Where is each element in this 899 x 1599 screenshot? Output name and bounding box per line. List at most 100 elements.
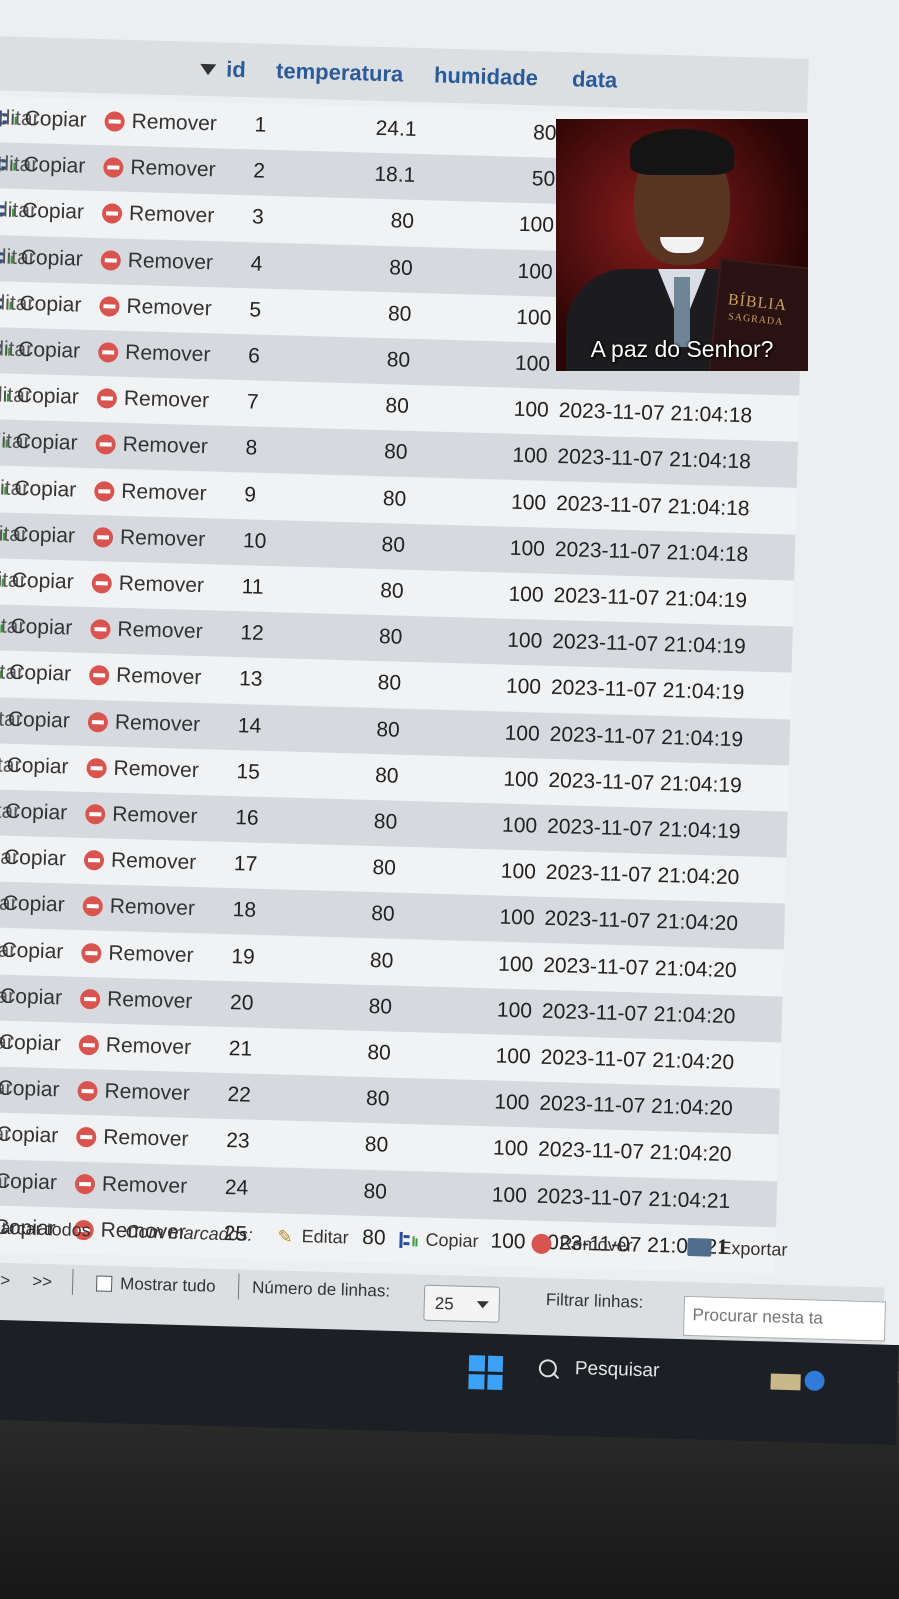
cell-id: 12	[240, 621, 265, 646]
cell-id: 22	[227, 1083, 252, 1107]
copy-row-button[interactable]: Copiar	[8, 707, 71, 733]
remove-icon[interactable]	[74, 1173, 96, 1194]
remove-row-button[interactable]: Remover	[116, 664, 202, 690]
col-header-humidade[interactable]: humidade	[434, 62, 539, 91]
remove-row-button[interactable]: Remover	[130, 156, 216, 182]
remove-row-button[interactable]: Remover	[103, 1126, 189, 1152]
filter-rows-field[interactable]	[682, 1295, 887, 1342]
rows-count-value: 25	[434, 1293, 454, 1314]
remove-row-button[interactable]: Remover	[122, 433, 208, 459]
bulk-edit-button[interactable]: Editar	[301, 1226, 349, 1248]
copy-row-button[interactable]: Copiar	[11, 569, 74, 595]
cell-humidade: 100	[515, 305, 552, 330]
show-all-label[interactable]: Mostrar tudo	[120, 1274, 216, 1297]
show-all-checkbox[interactable]	[95, 1275, 113, 1292]
remove-icon[interactable]	[104, 111, 125, 132]
search-icon[interactable]	[538, 1359, 558, 1378]
remove-row-button[interactable]: Remover	[118, 572, 204, 598]
remove-row-button[interactable]: Remover	[112, 803, 198, 829]
col-header-data[interactable]: data	[572, 66, 618, 93]
remove-icon[interactable]	[76, 1127, 97, 1148]
remove-row-button[interactable]: Remover	[131, 110, 217, 136]
copy-row-button[interactable]: Copiar	[15, 430, 78, 456]
remove-row-button[interactable]: Remover	[102, 1172, 188, 1198]
col-header-id[interactable]: id	[226, 57, 246, 84]
remove-icon[interactable]	[91, 573, 113, 594]
remove-row-button[interactable]: Remover	[115, 710, 201, 736]
remove-icon[interactable]	[96, 388, 118, 409]
remove-icon[interactable]	[77, 1081, 98, 1102]
remove-row-button[interactable]: Remover	[106, 1034, 192, 1060]
remove-icon[interactable]	[101, 203, 123, 225]
copy-row-button[interactable]: Copiar	[20, 246, 83, 272]
remove-icon[interactable]	[103, 157, 124, 178]
copy-row-button[interactable]: Copiar	[0, 1169, 57, 1195]
copy-row-button[interactable]: Copiar	[17, 384, 79, 410]
copy-row-button[interactable]: Copiar	[0, 1077, 60, 1103]
remove-row-button[interactable]: Remover	[108, 941, 194, 967]
remove-icon[interactable]	[81, 942, 102, 964]
copy-row-button[interactable]: Copiar	[23, 153, 85, 179]
remove-row-button[interactable]: Remover	[120, 526, 206, 552]
cell-temperatura: 80	[374, 763, 399, 788]
bulk-remove-button[interactable]: Remover	[559, 1233, 633, 1256]
remove-row-button[interactable]: Remover	[121, 479, 207, 505]
copy-row-button[interactable]: Copiar	[2, 892, 64, 918]
taskbar-search-label[interactable]: Pesquisar	[575, 1358, 660, 1382]
copy-row-button[interactable]: Copiar	[6, 754, 69, 780]
copy-row-button[interactable]: Copiar	[0, 984, 62, 1010]
remove-row-button[interactable]: Remover	[107, 987, 193, 1013]
remove-icon[interactable]	[78, 1034, 100, 1056]
remove-row-button[interactable]: Remover	[104, 1080, 190, 1106]
remove-icon[interactable]	[95, 434, 116, 456]
mark-all-label[interactable]: Marcar todos	[0, 1217, 91, 1241]
bulk-copy-button[interactable]: Copiar	[425, 1230, 479, 1252]
copy-row-button[interactable]: Copiar	[24, 107, 87, 133]
copy-row-button[interactable]: Copiar	[9, 661, 71, 687]
remove-icon[interactable]	[79, 988, 101, 1010]
cell-id: 19	[231, 944, 256, 969]
remove-icon[interactable]	[99, 295, 120, 317]
remove-icon[interactable]	[90, 619, 111, 640]
cell-temperatura: 80	[390, 209, 415, 234]
remove-row-button[interactable]: Remover	[113, 757, 199, 783]
remove-icon[interactable]	[100, 249, 122, 271]
copy-row-button[interactable]: Copiar	[10, 615, 72, 641]
remove-icon[interactable]	[87, 711, 109, 733]
remove-row-button[interactable]: Remover	[111, 849, 197, 875]
copy-row-button[interactable]: Copiar	[0, 1123, 58, 1149]
remove-row-button[interactable]: Remover	[117, 618, 203, 644]
remove-icon[interactable]	[92, 526, 114, 548]
remove-row-button[interactable]: Remover	[109, 895, 195, 921]
remove-icon[interactable]	[85, 803, 106, 825]
remove-row-button[interactable]: Remover	[125, 341, 211, 367]
taskbar-app-icons[interactable]	[770, 1366, 831, 1394]
col-header-temperatura[interactable]: temperatura	[276, 58, 404, 88]
remove-row-button[interactable]: Remover	[127, 249, 213, 275]
remove-row-button[interactable]: Remover	[124, 387, 210, 413]
remove-icon[interactable]	[94, 480, 115, 502]
last-page-button[interactable]: >>	[32, 1272, 52, 1293]
copy-row-button[interactable]: Copiar	[4, 846, 66, 872]
rows-count-select[interactable]: 25	[423, 1284, 501, 1323]
copy-row-button[interactable]: Copiar	[22, 199, 85, 225]
remove-row-button[interactable]: Remover	[129, 202, 215, 228]
sort-desc-icon[interactable]	[199, 63, 217, 76]
remove-icon[interactable]	[83, 850, 105, 871]
copy-row-button[interactable]: Copiar	[18, 338, 81, 364]
copy-row-button[interactable]: Copiar	[19, 292, 81, 318]
next-page-button[interactable]: >	[0, 1271, 10, 1291]
remove-icon[interactable]	[88, 665, 110, 686]
filter-rows-input[interactable]	[684, 1296, 885, 1339]
remove-icon[interactable]	[86, 757, 107, 779]
remove-icon[interactable]	[97, 342, 119, 363]
copy-row-button[interactable]: Copiar	[1, 938, 64, 964]
copy-row-button[interactable]: Copiar	[5, 800, 67, 826]
copy-row-button[interactable]: Copiar	[13, 523, 76, 549]
bulk-export-button[interactable]: Exportar	[719, 1238, 788, 1261]
remove-row-button[interactable]: Remover	[126, 295, 212, 321]
copy-row-button[interactable]: Copiar	[0, 1031, 61, 1057]
copy-row-button[interactable]: Copiar	[14, 476, 76, 502]
windows-start-icon[interactable]	[468, 1355, 504, 1391]
remove-icon[interactable]	[82, 896, 104, 917]
